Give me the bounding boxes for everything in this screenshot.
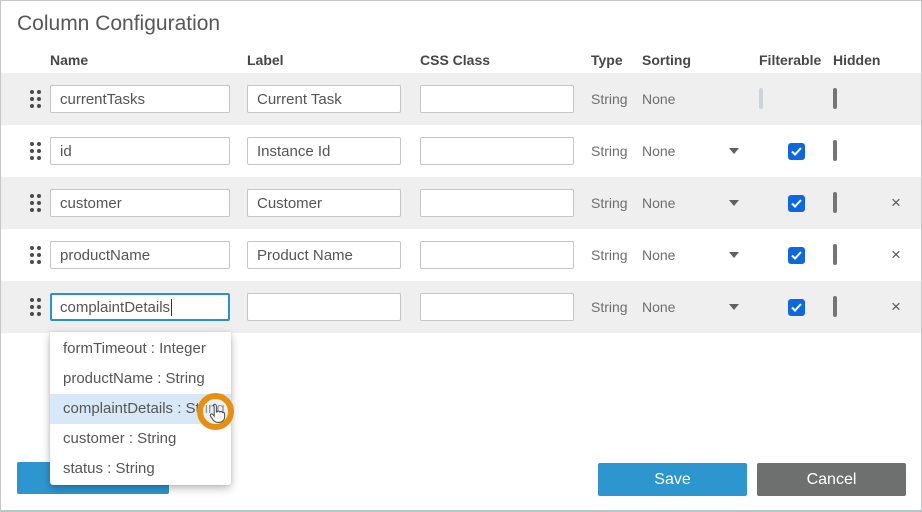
header-name: Name (50, 52, 247, 68)
save-button[interactable]: Save (598, 463, 747, 496)
sorting-value: None (642, 299, 675, 315)
name-input[interactable]: complaintDetails (50, 293, 230, 321)
css-class-input[interactable] (420, 137, 574, 165)
header-hidden: Hidden (833, 52, 881, 68)
sorting-value: None (642, 91, 675, 107)
filterable-checkbox[interactable] (788, 247, 805, 264)
hidden-checkbox[interactable] (833, 296, 837, 317)
drag-handle-icon[interactable] (1, 90, 50, 108)
drag-handle-icon[interactable] (1, 194, 50, 212)
type-value: String (591, 143, 642, 159)
remove-row-icon[interactable]: × (881, 245, 911, 265)
name-input[interactable] (50, 189, 230, 217)
header-sorting: Sorting (642, 52, 759, 68)
page-title: Column Configuration (1, 1, 921, 36)
chevron-down-icon[interactable] (729, 200, 739, 206)
table-row: String None × (1, 177, 921, 229)
text-caret (171, 299, 172, 316)
column-configuration-dialog: Column Configuration Name Label CSS Clas… (0, 0, 922, 512)
dropdown-item[interactable]: formTimeout : Integer (50, 334, 231, 364)
chevron-down-icon[interactable] (729, 304, 739, 310)
table-row: complaintDetails String None × (1, 281, 921, 333)
name-input[interactable] (50, 85, 230, 113)
dropdown-item[interactable]: status : String (50, 454, 231, 484)
chevron-down-icon[interactable] (729, 148, 739, 154)
css-class-input[interactable] (420, 241, 574, 269)
type-value: String (591, 195, 642, 211)
table-row: String None (1, 125, 921, 177)
drag-handle-icon[interactable] (1, 142, 50, 160)
sorting-value: None (642, 247, 675, 263)
type-value: String (591, 247, 642, 263)
remove-row-icon[interactable]: × (881, 297, 911, 317)
filterable-checkbox[interactable] (788, 195, 805, 212)
cancel-button[interactable]: Cancel (757, 463, 906, 496)
drag-handle-icon[interactable] (1, 298, 50, 316)
css-class-input[interactable] (420, 189, 574, 217)
hand-pointer-icon (205, 403, 227, 425)
table-row: String None × (1, 229, 921, 281)
header-type: Type (591, 52, 642, 68)
chevron-down-icon[interactable] (729, 252, 739, 258)
css-class-input[interactable] (420, 85, 574, 113)
header-filterable: Filterable (759, 52, 833, 68)
filterable-checkbox (759, 88, 763, 109)
filterable-checkbox[interactable] (788, 143, 805, 160)
hidden-checkbox[interactable] (833, 140, 837, 161)
click-indicator-icon (197, 393, 234, 430)
sorting-value: None (642, 195, 675, 211)
label-input[interactable] (247, 189, 401, 217)
table-row: String None (1, 73, 921, 125)
label-input[interactable] (247, 293, 401, 321)
drag-handle-icon[interactable] (1, 246, 50, 264)
header-css-class: CSS Class (420, 52, 591, 68)
dropdown-item[interactable]: customer : String (50, 424, 231, 454)
hidden-checkbox[interactable] (833, 192, 837, 213)
sorting-value: None (642, 143, 675, 159)
hidden-checkbox[interactable] (833, 244, 837, 265)
dropdown-item[interactable]: productName : String (50, 364, 231, 394)
remove-row-icon[interactable]: × (881, 193, 911, 213)
header-label: Label (247, 52, 420, 68)
name-input[interactable] (50, 137, 230, 165)
type-value: String (591, 91, 642, 107)
label-input[interactable] (247, 241, 401, 269)
filterable-checkbox[interactable] (788, 299, 805, 316)
type-value: String (591, 299, 642, 315)
hidden-checkbox[interactable] (833, 88, 837, 109)
label-input[interactable] (247, 137, 401, 165)
label-input[interactable] (247, 85, 401, 113)
name-input[interactable] (50, 241, 230, 269)
css-class-input[interactable] (420, 293, 574, 321)
table-header-row: Name Label CSS Class Type Sorting Filter… (1, 47, 921, 73)
